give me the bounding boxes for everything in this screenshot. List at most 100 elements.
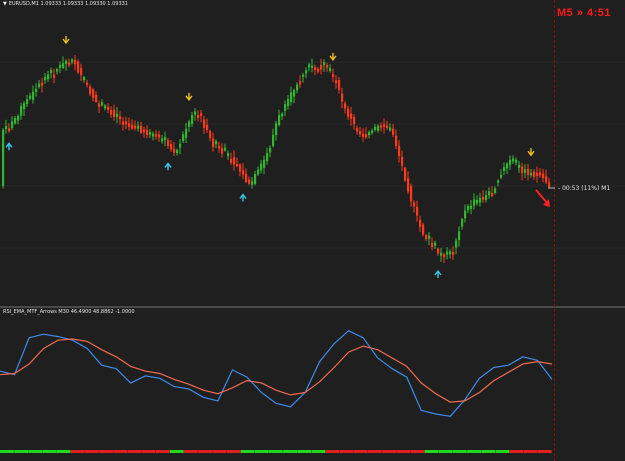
candle-body: [497, 180, 500, 183]
candle-body: [266, 153, 269, 162]
candle-body: [518, 164, 521, 168]
state-bar-red: [99, 450, 113, 453]
candle-body: [359, 131, 362, 135]
candle-body: [434, 242, 437, 246]
candle-body: [92, 89, 95, 98]
candle-body: [482, 196, 485, 200]
candle-body: [29, 95, 32, 99]
candle-body: [524, 169, 527, 173]
candle-body: [77, 61, 80, 73]
candle-body: [314, 67, 317, 71]
candle-body: [506, 163, 509, 169]
candle-body: [449, 251, 452, 255]
candle-body: [272, 134, 275, 146]
candle-body: [353, 117, 356, 124]
candle-body: [503, 167, 506, 171]
candle-body: [545, 176, 548, 183]
candle-body: [158, 134, 161, 138]
candle-body: [437, 248, 440, 254]
candle-body: [257, 169, 260, 175]
dropdown-triangle-icon[interactable]: ▼: [3, 1, 7, 7]
state-bar-green: [28, 450, 43, 453]
candle-body: [296, 84, 299, 91]
candle-body: [203, 119, 206, 128]
candle-body: [515, 159, 518, 163]
candle-body: [470, 205, 473, 209]
candle-body: [377, 125, 380, 131]
candle-body: [335, 80, 338, 84]
candle-body: [11, 121, 14, 128]
candle-body: [218, 145, 221, 149]
candle-body: [512, 158, 515, 162]
candle-body: [215, 141, 218, 145]
chart-title-text: EURUSD,M1 1.09333 1.09333 1.09330 1.0933…: [8, 1, 128, 7]
candle-body: [80, 67, 83, 76]
candle-body: [362, 133, 365, 137]
candle-body: [527, 168, 530, 176]
candle-body: [404, 167, 407, 181]
state-bar-green: [14, 450, 29, 453]
candle-body: [68, 62, 71, 66]
candle-body: [167, 140, 170, 146]
candle-body: [281, 113, 284, 117]
candle-body: [419, 219, 422, 227]
indicator-panel[interactable]: RSI_EMA_MTF_Arrows M30 46.4900 48.8862 -…: [0, 308, 625, 461]
candle-body: [380, 125, 383, 128]
sell-arrow-icon: [62, 36, 70, 45]
candle-body: [185, 128, 188, 138]
candle-body: [47, 74, 50, 80]
candle-body: [179, 143, 182, 148]
candle-body: [287, 98, 290, 107]
candle-body: [38, 83, 41, 88]
candle-body: [254, 173, 257, 184]
state-bar-red: [212, 450, 227, 453]
trend-arrow-icon: [535, 189, 550, 207]
candle-body: [509, 159, 512, 165]
candle-body: [116, 113, 119, 117]
state-bar-red: [198, 450, 213, 453]
state-bar-green: [283, 450, 297, 453]
candle-body: [386, 125, 389, 129]
state-bar-red: [127, 450, 142, 453]
candle-body: [320, 65, 323, 70]
candle-body: [176, 150, 179, 154]
candle-body: [26, 99, 29, 105]
candle-body: [374, 127, 377, 131]
candle-body: [494, 188, 497, 193]
price-chart-panel[interactable]: ▼ EURUSD,M1 1.09333 1.09333 1.09330 1.093…: [0, 0, 625, 306]
candle-body: [326, 65, 329, 68]
candle-body: [170, 143, 173, 150]
candle-body: [542, 173, 545, 179]
candle-body: [8, 128, 11, 132]
candle-body: [194, 111, 197, 115]
candle-body: [119, 116, 122, 120]
candle-body: [500, 174, 503, 178]
candle-body: [347, 108, 350, 117]
candle-body: [530, 173, 533, 176]
candle-body: [230, 158, 233, 163]
state-bar-green: [481, 450, 496, 453]
candle-body: [410, 186, 413, 202]
candle-body: [143, 129, 146, 133]
state-bar-red: [141, 450, 156, 453]
candle-body: [161, 138, 164, 142]
state-bar-green: [424, 450, 439, 453]
candle-body: [239, 164, 242, 172]
candle-body: [74, 59, 77, 65]
candle-body: [365, 134, 368, 138]
candle-body: [275, 123, 278, 135]
state-bar-green: [169, 450, 184, 453]
candle-body: [212, 138, 215, 147]
state-bar-green: [56, 450, 71, 453]
candle-body: [389, 127, 392, 131]
candle-body: [440, 252, 443, 256]
state-bar-red: [382, 450, 397, 453]
candle-body: [20, 106, 23, 116]
state-bar-red: [509, 450, 524, 453]
candle-body: [293, 90, 296, 97]
candle-body: [467, 205, 470, 211]
candle-body: [152, 133, 155, 137]
candle-body: [533, 171, 536, 177]
candle-body: [71, 59, 74, 63]
bar-timer: M5 » 4:51: [557, 7, 612, 19]
